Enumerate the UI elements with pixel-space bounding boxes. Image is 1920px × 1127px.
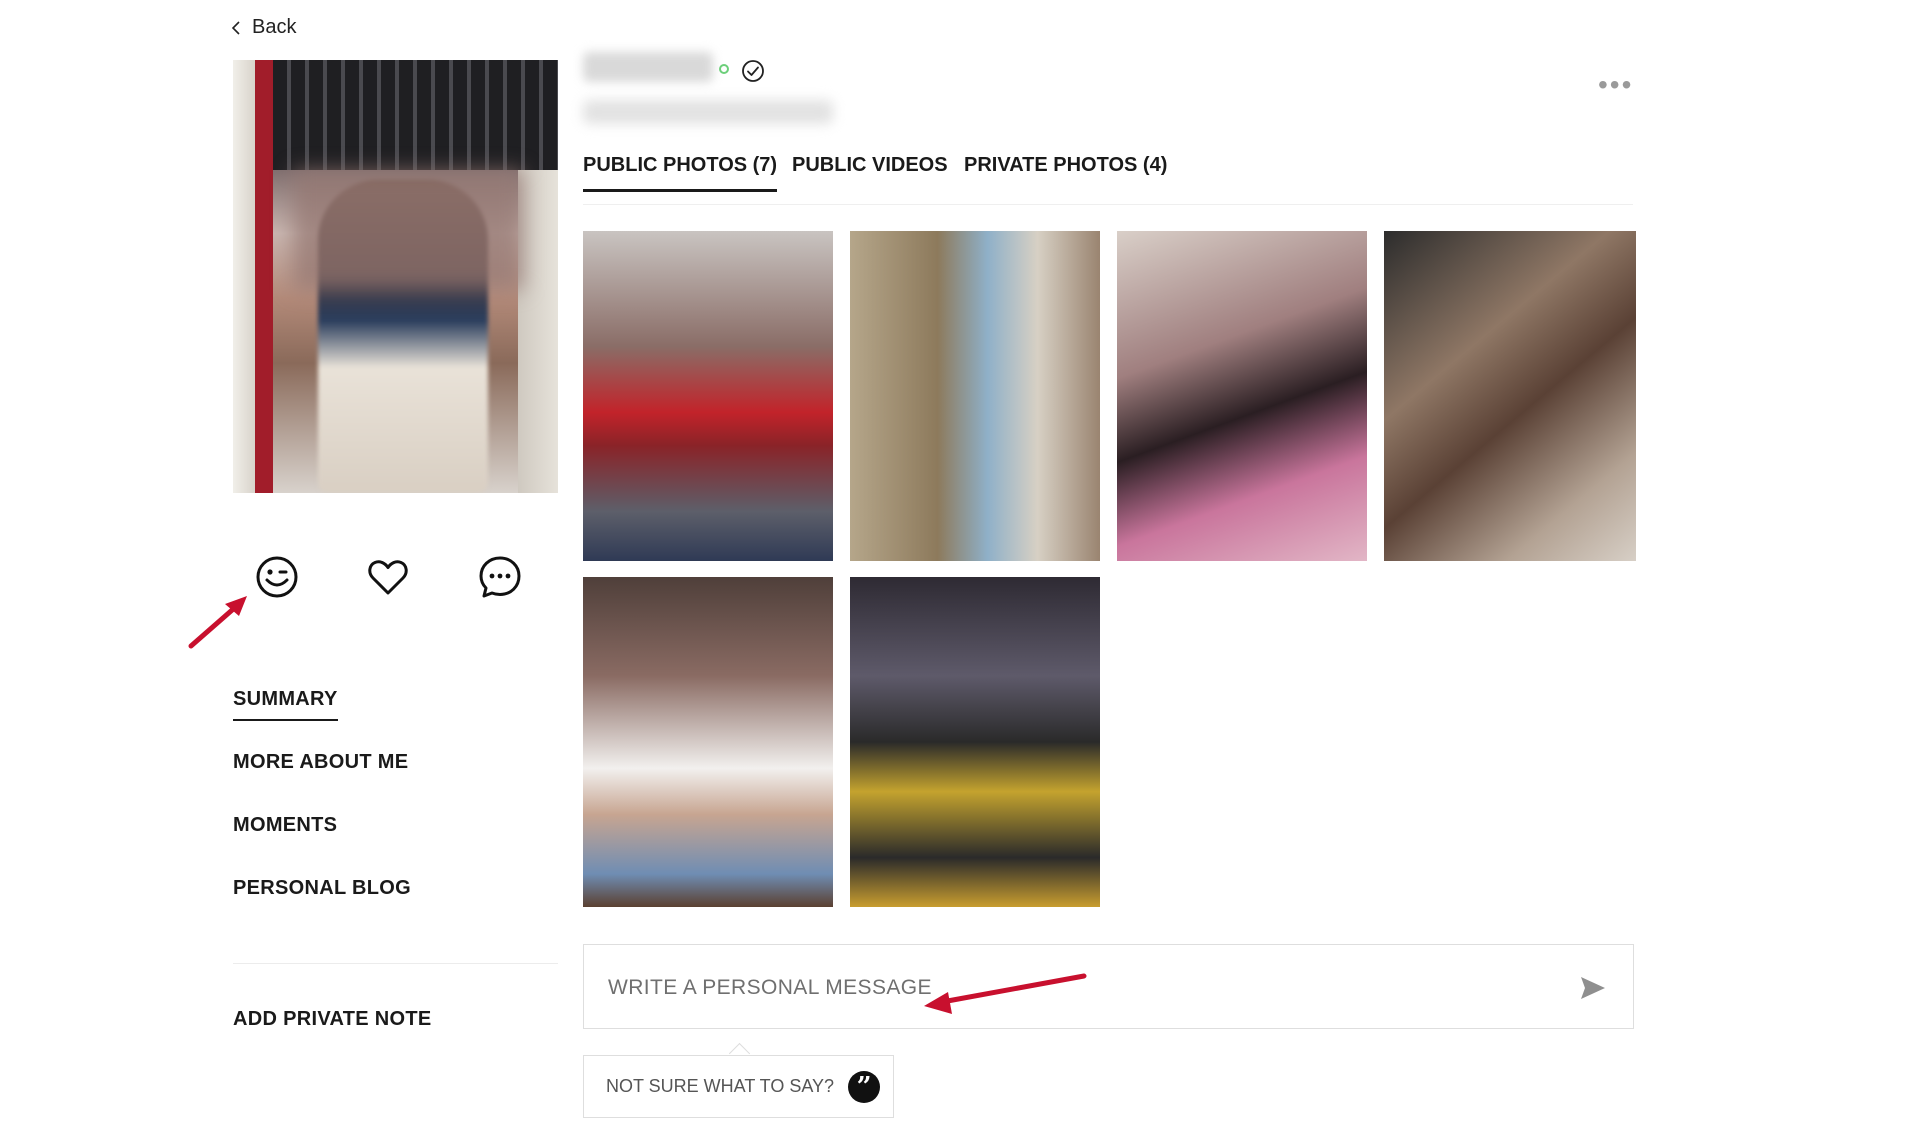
nav-divider xyxy=(233,963,558,964)
online-indicator xyxy=(719,64,729,74)
quote-icon: ” xyxy=(848,1070,881,1103)
wink-button[interactable] xyxy=(254,554,300,600)
chat-button[interactable] xyxy=(477,554,523,600)
suggestion-label: NOT SURE WHAT TO SAY? xyxy=(606,1076,835,1096)
gallery-photo[interactable] xyxy=(850,577,1100,907)
back-link[interactable]: Back xyxy=(230,16,296,39)
back-label: Back xyxy=(252,16,297,38)
tab-public-photos[interactable]: PUBLIC PHOTOS (7) xyxy=(583,154,778,192)
more-options-button[interactable]: ••• xyxy=(1598,71,1633,99)
nav-personal-blog[interactable]: PERSONAL BLOG xyxy=(233,877,411,900)
heart-icon xyxy=(368,560,408,595)
add-private-note-button[interactable]: ADD PRIVATE NOTE xyxy=(233,1008,432,1031)
gallery-photo[interactable] xyxy=(583,231,833,561)
nav-summary[interactable]: SUMMARY xyxy=(233,688,338,721)
gallery-photo[interactable] xyxy=(1384,231,1636,561)
message-box xyxy=(583,944,1634,1029)
suggestion-button[interactable]: NOT SURE WHAT TO SAY? ” xyxy=(583,1055,894,1118)
message-input[interactable] xyxy=(606,971,1550,1005)
gallery-photo[interactable] xyxy=(583,577,833,907)
favorite-button[interactable] xyxy=(365,554,411,600)
tab-private-photos[interactable]: PRIVATE PHOTOS (4) xyxy=(964,154,1167,177)
gallery-photo[interactable] xyxy=(1117,231,1367,561)
nav-moments[interactable]: MOMENTS xyxy=(233,814,337,837)
chevron-left-icon xyxy=(231,20,240,35)
wink-icon xyxy=(256,556,298,598)
profile-location xyxy=(583,100,833,124)
chat-bubble-icon xyxy=(479,556,521,598)
profile-name xyxy=(583,52,713,82)
profile-photo[interactable] xyxy=(233,60,558,493)
annotation-arrow-wink xyxy=(188,596,247,649)
nav-more-about-me[interactable]: MORE ABOUT ME xyxy=(233,751,408,774)
tab-public-videos[interactable]: PUBLIC VIDEOS xyxy=(792,154,948,177)
photo-tabs: PUBLIC PHOTOS (7) PUBLIC VIDEOS PRIVATE … xyxy=(583,154,1633,205)
send-icon[interactable] xyxy=(1579,975,1607,1001)
gallery-photo[interactable] xyxy=(850,231,1100,561)
check-circle-icon xyxy=(742,60,764,82)
